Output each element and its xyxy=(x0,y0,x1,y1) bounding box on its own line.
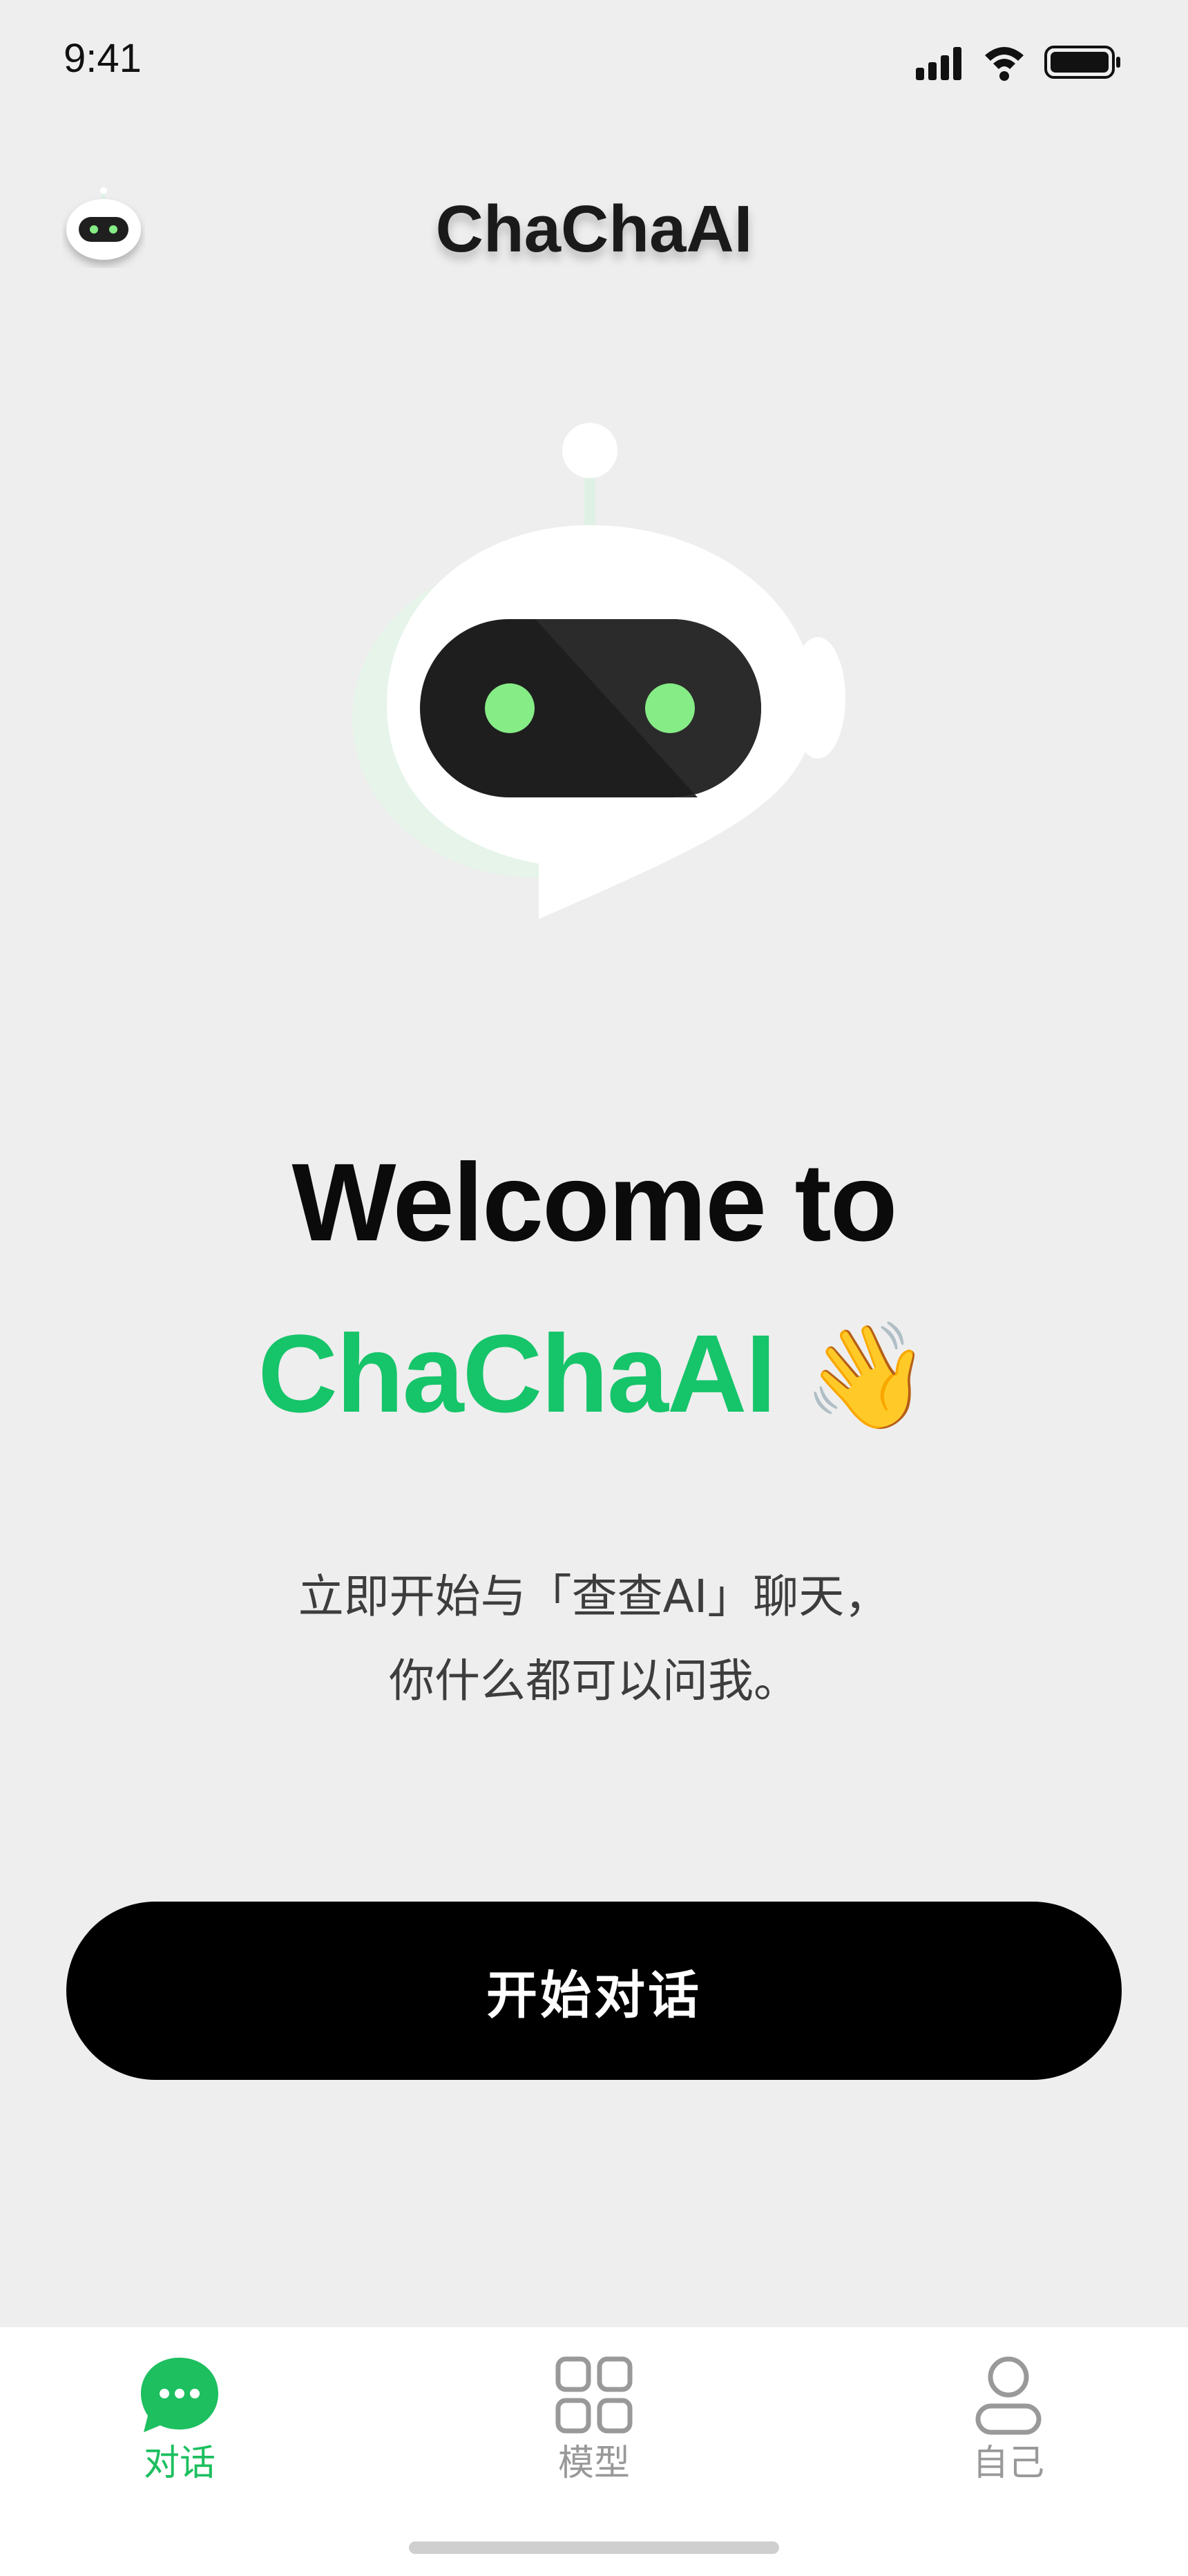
user-icon xyxy=(975,2356,1042,2435)
tab-profile-label: 自己 xyxy=(972,2443,1044,2484)
welcome-heading: Welcome to xyxy=(291,1140,898,1264)
tab-bar: 对话 模型 自己 xyxy=(0,2327,1188,2576)
app-title: ChaChaAI xyxy=(435,192,753,266)
grid-icon xyxy=(555,2356,633,2434)
home-indicator xyxy=(409,2541,779,2554)
tab-chat[interactable]: 对话 xyxy=(97,2354,262,2499)
tab-models[interactable]: 模型 xyxy=(511,2354,677,2499)
wifi-icon xyxy=(985,47,1024,81)
subtitle-line-2: 你什么都可以问我。 xyxy=(389,1654,799,1707)
signal-icon xyxy=(916,47,961,80)
waving-hand-icon: 👋 xyxy=(802,1318,932,1434)
subtitle-line-1: 立即开始与「查查AI」聊天， xyxy=(298,1570,890,1623)
robot-chat-bubble-icon xyxy=(352,423,845,919)
battery-icon xyxy=(1044,46,1120,79)
welcome-app-name-text: ChaChaAI xyxy=(258,1311,776,1435)
tab-chat-label: 对话 xyxy=(143,2443,215,2484)
start-chat-button[interactable]: 开始对话 xyxy=(66,1902,1122,2080)
tab-models-label: 模型 xyxy=(557,2443,630,2484)
status-time: 9:41 xyxy=(64,36,142,81)
welcome-app-name: ChaChaAI 👋 xyxy=(0,1311,1188,1438)
chat-bubble-icon xyxy=(141,2358,218,2432)
tab-profile[interactable]: 自己 xyxy=(926,2354,1091,2499)
subtitle: 立即开始与「查查AI」聊天， 你什么都可以问我。 xyxy=(0,1555,1188,1723)
status-icons xyxy=(916,46,1120,81)
